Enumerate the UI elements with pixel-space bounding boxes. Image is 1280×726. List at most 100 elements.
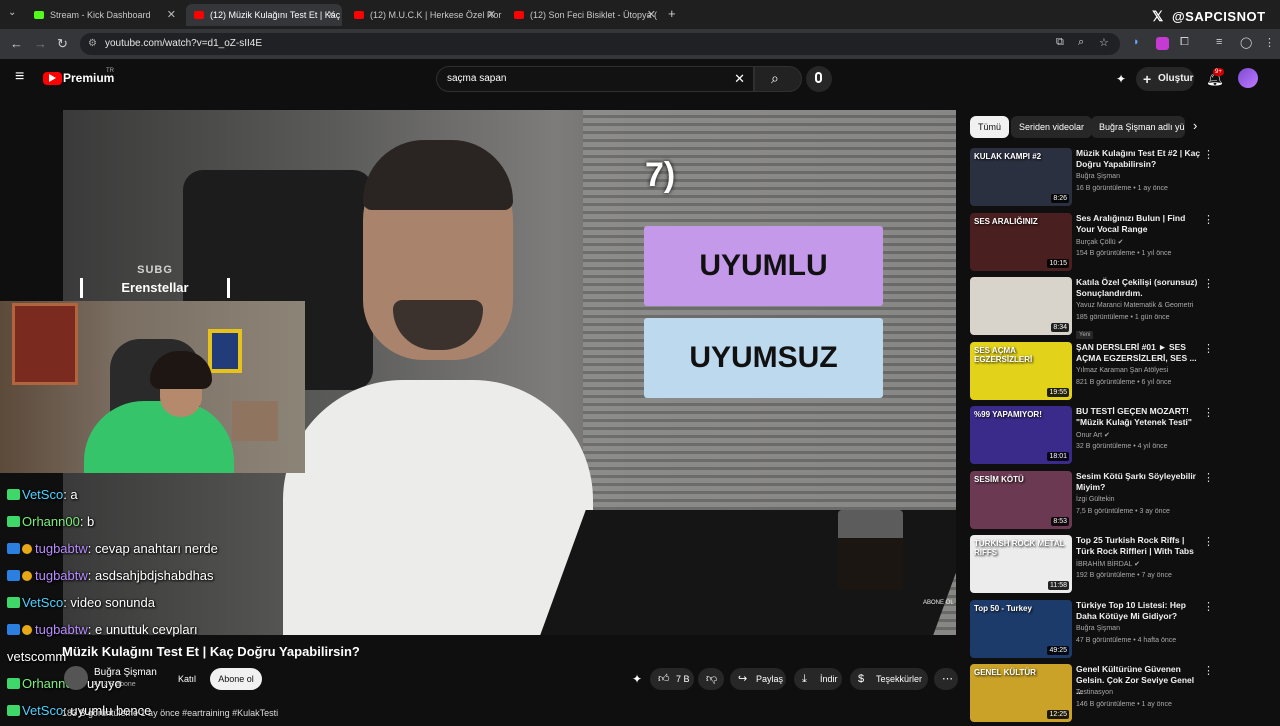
dislike-button[interactable]: 👎︎ xyxy=(698,668,724,690)
channel-name[interactable]: Yılmaz Karaman Şan Atölyesi xyxy=(1076,367,1168,374)
site-info-icon[interactable]: ⚙ xyxy=(88,33,97,55)
more-options-icon[interactable]: ⋮ xyxy=(1203,664,1214,677)
thanks-button[interactable]: $ Teşekkürler xyxy=(850,668,928,690)
drink-glass xyxy=(838,510,903,590)
more-options-icon[interactable]: ⋮ xyxy=(1203,535,1214,548)
channel-name[interactable]: Buğra Şişman xyxy=(1076,625,1120,632)
tab-son-feci-bisiklet[interactable]: (12) Son Feci Bisiklet - Ütopya ( ✕ xyxy=(506,4,662,26)
avatar[interactable] xyxy=(1238,68,1258,88)
search-button[interactable]: ⌕ xyxy=(754,66,802,92)
download-button[interactable]: ⤓ İndir xyxy=(794,668,842,690)
recommended-video[interactable]: TURKISH ROCK METAL RIFFS 11:58 Top 25 Turk… xyxy=(970,535,1270,597)
back-icon[interactable]: ← xyxy=(10,36,23,51)
new-tab-button[interactable]: + xyxy=(668,6,676,21)
chip-series[interactable]: Seriden videolar xyxy=(1011,116,1093,138)
video-thumbnail[interactable]: SES ARALIĞINIZ 10:15 xyxy=(970,212,1072,271)
video-thumbnail[interactable]: SES AÇMA EGZERSİZLERİ 19:55 xyxy=(970,341,1072,400)
create-button[interactable]: + Oluştur xyxy=(1136,67,1194,91)
more-options-icon[interactable]: ⋮ xyxy=(1203,277,1214,290)
channel-name[interactable]: İBRAHİM BİRDAL ✔ xyxy=(1076,560,1140,568)
video-thumbnail[interactable]: KULAK KAMPI #2 8:26 xyxy=(970,148,1072,206)
video-thumbnail[interactable]: SESİM KÖTÜ 8:53 xyxy=(970,470,1072,529)
streamer-webcam xyxy=(0,301,305,473)
more-options-icon[interactable]: ⋮ xyxy=(1203,406,1214,419)
media-icon[interactable]: ≡ xyxy=(1216,36,1222,48)
chevron-right-icon[interactable]: › xyxy=(1193,118,1197,133)
hamburger-menu-icon[interactable]: ≡ xyxy=(15,68,24,86)
install-icon[interactable]: ⧉ xyxy=(1056,36,1064,49)
tab-title: Stream - Kick Dashboard xyxy=(50,10,151,20)
chip-all[interactable]: Tümü xyxy=(970,116,1010,138)
description-summary[interactable]: 183 B görüntüleme 1 ay önce #eartraining… xyxy=(62,708,278,718)
search-input[interactable]: saçma sapan ✕ xyxy=(436,66,754,92)
more-options-icon[interactable]: ⋮ xyxy=(1203,600,1214,613)
channel-name[interactable]: Onur Art ✔ xyxy=(1076,431,1110,439)
channel-name[interactable]: Buğra Şişman xyxy=(94,667,157,678)
recommended-video[interactable]: SESİM KÖTÜ 8:53 Sesim Kötü Şarkı Söyleyebi… xyxy=(970,470,1270,533)
video-title[interactable]: Top 25 Turkish Rock Riffs | Türk Rock Ri… xyxy=(1076,535,1201,557)
recommended-video[interactable]: Top 50 - Turkey 49:25 Türkiye Top 10 Liste… xyxy=(970,599,1270,662)
bookmark-star-icon[interactable]: ☆ xyxy=(1099,36,1109,49)
channel-avatar[interactable] xyxy=(64,666,88,690)
video-thumbnail[interactable]: Top 50 - Turkey 49:25 xyxy=(970,599,1072,658)
join-button[interactable]: Katıl xyxy=(172,668,202,690)
channel-name[interactable]: Testinasyon xyxy=(1076,689,1113,696)
recommended-video[interactable]: SES ARALIĞINIZ 10:15 Ses Aralığınızı Bulun… xyxy=(970,212,1270,275)
url-field[interactable]: ⚙ youtube.com/watch?v=d1_oZ-sII4E xyxy=(80,33,1120,55)
extensions-puzzle-icon[interactable]: ⧠ xyxy=(1180,36,1189,49)
video-title[interactable]: BU TESTİ GEÇEN MOZART! "Müzik Kulağı Yet… xyxy=(1076,406,1201,428)
recommended-video[interactable]: GENEL KÜLTÜR 12:25 Genel Kültürüne Güvenen… xyxy=(970,664,1270,726)
channel-name[interactable]: Burçak Çöllü ✔ xyxy=(1076,238,1124,246)
more-actions-button[interactable]: ⋯ xyxy=(934,668,958,690)
tab-kick-dashboard[interactable]: Stream - Kick Dashboard ✕ xyxy=(26,4,182,26)
recommended-video[interactable]: %99 YAPAMIYOR! 18:01 BU TESTİ GEÇEN MOZART… xyxy=(970,406,1270,468)
ask-sparkle-icon[interactable]: ✦ xyxy=(632,672,642,686)
like-button[interactable]: 👍︎ 7 B xyxy=(650,668,694,690)
video-duration: 8:34 xyxy=(1051,323,1069,332)
extension-icon[interactable] xyxy=(1156,37,1169,50)
youtube-header: ≡ Premium TR saçma sapan ✕ ⌕ ✦ + Oluştur… xyxy=(0,59,1280,99)
channel-name[interactable]: Yavuz Maranci Matematik & Geometri xyxy=(1076,302,1193,309)
tab-muck[interactable]: (12) M.U.C.K | Herkese Özel Ror ✕ xyxy=(346,4,502,26)
clear-search-icon[interactable]: ✕ xyxy=(734,67,745,91)
video-title[interactable]: Müzik Kulağını Test Et #2 | Kaç Doğru Ya… xyxy=(1076,148,1201,170)
share-button[interactable]: ↪ Paylaş xyxy=(730,668,786,690)
reload-icon[interactable]: ↻ xyxy=(57,36,68,52)
premium-sparkle-icon[interactable]: ✦ xyxy=(1116,72,1126,86)
more-options-icon[interactable]: ⋮ xyxy=(1203,471,1214,484)
subscribe-button[interactable]: Abone ol xyxy=(210,668,262,690)
video-title[interactable]: Sesim Kötü Şarkı Söyleyebilir Miyim? xyxy=(1076,471,1201,493)
recommended-video[interactable]: KULAK KAMPI #2 8:26 Müzik Kulağını Test Et… xyxy=(970,148,1270,210)
video-title[interactable]: Katıla Özel Çekilişi (sorunsuz) Sonuçlan… xyxy=(1076,277,1201,299)
close-icon[interactable]: ✕ xyxy=(487,8,496,21)
channel-name[interactable]: Buğra Şişman xyxy=(1076,173,1120,180)
tab-search-icon[interactable]: ⌄ xyxy=(8,7,16,18)
video-thumbnail[interactable]: 8:34 xyxy=(970,277,1072,335)
chat-message: tugbabtw: e unuttuk cevpları xyxy=(7,622,198,637)
share-label: Paylaş xyxy=(756,674,784,684)
extension-icon[interactable]: ◗ xyxy=(1133,36,1140,48)
chip-channel[interactable]: Buğra Şişman adlı yü xyxy=(1091,116,1185,138)
recommended-video[interactable]: SES AÇMA EGZERSİZLERİ 19:55 ŞAN DERSLERİ #… xyxy=(970,341,1270,404)
video-meta: 7,5 B görüntüleme • 3 ay önce xyxy=(1076,507,1170,515)
close-icon[interactable]: ✕ xyxy=(167,8,176,21)
tab-muzik-kulagi[interactable]: (12) Müzik Kulağını Test Et | Kaç ✕ xyxy=(186,4,342,26)
video-thumbnail[interactable]: GENEL KÜLTÜR 12:25 xyxy=(970,664,1072,722)
video-title[interactable]: Ses Aralığınızı Bulun | Find Your Vocal … xyxy=(1076,213,1201,235)
close-icon[interactable]: ✕ xyxy=(327,8,336,21)
more-options-icon[interactable]: ⋮ xyxy=(1203,213,1214,226)
close-icon[interactable]: ✕ xyxy=(647,8,656,21)
recommended-video[interactable]: 8:34 Katıla Özel Çekilişi (sorunsuz) Sonu… xyxy=(970,277,1270,339)
more-options-icon[interactable]: ⋮ xyxy=(1203,148,1214,161)
video-thumbnail[interactable]: TURKISH ROCK METAL RIFFS 11:58 xyxy=(970,535,1072,593)
channel-name[interactable]: İzgi Gültekin xyxy=(1076,496,1115,503)
video-title[interactable]: ŞAN DERSLERİ #01 ► SES AÇMA EGZERSİZLERİ… xyxy=(1076,342,1201,364)
voice-search-button[interactable] xyxy=(806,66,832,92)
video-thumbnail[interactable]: %99 YAPAMIYOR! 18:01 xyxy=(970,406,1072,464)
zoom-icon[interactable]: ⌕ xyxy=(1078,36,1084,49)
menu-kebab-icon[interactable]: ⋮ xyxy=(1264,36,1275,49)
profile-icon[interactable]: ◯ xyxy=(1240,36,1252,49)
video-title[interactable]: Türkiye Top 10 Listesi: Hep Daha Kötüye … xyxy=(1076,600,1201,622)
forward-icon[interactable]: → xyxy=(34,36,47,51)
more-options-icon[interactable]: ⋮ xyxy=(1203,342,1214,355)
